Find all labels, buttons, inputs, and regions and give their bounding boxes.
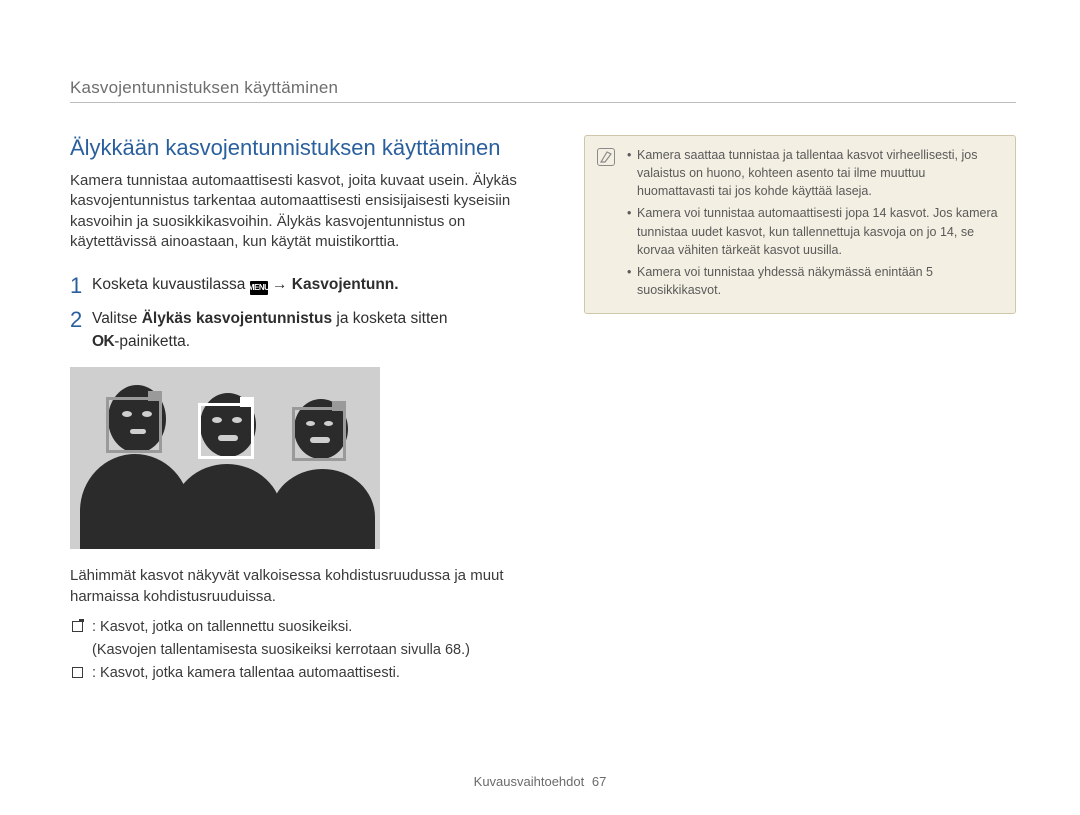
right-column: Kamera saattaa tunnistaa ja tallentaa ka…	[584, 135, 1016, 686]
focus-box-gray	[106, 397, 162, 453]
menu-icon: MENU	[250, 281, 268, 295]
note-list: Kamera saattaa tunnistaa ja tallentaa ka…	[627, 146, 1001, 303]
silhouette	[270, 469, 375, 549]
bullet-list: : Kasvot, jotka on tallennettu suosikeik…	[70, 617, 550, 684]
bullet-text: : Kasvot, jotka kamera tallentaa automaa…	[92, 665, 400, 681]
illustration-caption: Lähimmät kasvot näkyvät valkoisessa kohd…	[70, 565, 550, 607]
silhouette	[172, 464, 282, 549]
step-number: 2	[70, 308, 92, 332]
square-tab-icon	[72, 621, 83, 632]
manual-page: Kasvojentunnistuksen käyttäminen Älykkää…	[0, 0, 1080, 815]
step1-pre: Kosketa kuvaustilassa	[92, 276, 250, 293]
step2-ok-post: -painiketta.	[114, 333, 190, 350]
step1-bold: Kasvojentunn.	[292, 276, 399, 293]
intro-paragraph: Kamera tunnistaa automaattisesti kasvot,…	[70, 171, 550, 252]
left-column: Älykkään kasvojentunnistuksen käyttämine…	[70, 135, 550, 686]
note-item: Kamera voi tunnistaa yhdessä näkymässä e…	[627, 263, 1001, 299]
section-header: Kasvojentunnistuksen käyttäminen	[70, 78, 1016, 98]
step2-bold: Älykäs kasvojentunnistus	[142, 310, 332, 327]
step-text: Valitse Älykäs kasvojentunnistus ja kosk…	[92, 308, 448, 353]
illustration	[70, 367, 380, 549]
bullet-sub-text: (Kasvojen tallentamisesta suosikeiksi ke…	[92, 642, 470, 658]
page-number: 67	[592, 774, 606, 789]
arrow-icon: →	[268, 276, 292, 293]
divider	[70, 102, 1016, 103]
step2-post: ja kosketa sitten	[332, 310, 447, 327]
step2-pre: Valitse	[92, 310, 142, 327]
bullet-sub: (Kasvojen tallentamisesta suosikeiksi ke…	[70, 640, 550, 661]
note-icon	[597, 148, 615, 166]
note-box: Kamera saattaa tunnistaa ja tallentaa ka…	[584, 135, 1016, 314]
step-2: 2 Valitse Älykäs kasvojentunnistus ja ko…	[70, 308, 550, 353]
note-item: Kamera saattaa tunnistaa ja tallentaa ka…	[627, 146, 1001, 200]
step-text: Kosketa kuvaustilassa MENU → Kasvojentun…	[92, 274, 399, 296]
bullet-item: : Kasvot, jotka on tallennettu suosikeik…	[70, 617, 550, 638]
page-footer: Kuvausvaihtoehdot 67	[0, 774, 1080, 789]
step-1: 1 Kosketa kuvaustilassa MENU → Kasvojent…	[70, 274, 550, 298]
note-item: Kamera voi tunnistaa automaattisesti jop…	[627, 204, 1001, 258]
square-icon	[72, 667, 83, 678]
focus-box-gray	[292, 407, 346, 461]
two-column-layout: Älykkään kasvojentunnistuksen käyttämine…	[70, 135, 1016, 686]
page-title: Älykkään kasvojentunnistuksen käyttämine…	[70, 135, 550, 161]
ok-icon: OK	[92, 333, 114, 350]
focus-box-white	[198, 403, 254, 459]
bullet-text: : Kasvot, jotka on tallennettu suosikeik…	[92, 619, 352, 635]
step-number: 1	[70, 274, 92, 298]
footer-label: Kuvausvaihtoehdot	[474, 774, 585, 789]
bullet-item: : Kasvot, jotka kamera tallentaa automaa…	[70, 663, 550, 684]
